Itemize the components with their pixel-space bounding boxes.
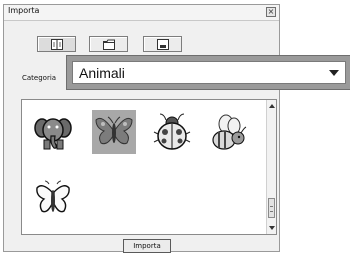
butterfly-icon [95,116,133,145]
close-button[interactable]: × [266,7,276,17]
disk-button[interactable] [143,36,182,52]
chevron-down-icon[interactable] [329,70,339,76]
thumbnail-elephant[interactable] [34,114,72,152]
category-dropdown-highlight: Animali [66,55,350,90]
category-select[interactable]: Animali [72,61,346,84]
bee-icon [212,114,247,150]
category-label: Categoria [22,74,57,82]
title-bar: Importa × [4,5,279,21]
close-icon: × [267,7,275,16]
scroll-up-icon[interactable] [269,104,275,108]
thumbnail-butterfly[interactable] [92,110,136,154]
grid-view-icon [51,39,63,50]
ladybug-icon [153,113,191,150]
scroll-down-icon[interactable] [269,226,275,230]
thumbnail-bee[interactable] [208,114,248,152]
scroll-thumb[interactable] [268,198,275,218]
category-value: Animali [79,65,125,81]
design-list[interactable] [21,99,277,235]
thumbnail-butterfly-outline[interactable] [34,180,72,220]
list-scrollbar[interactable] [266,100,276,234]
folder-icon [103,39,115,50]
elephant-icon [34,118,72,150]
import-panel: Importa × Categoria Importa [3,4,280,253]
folder-button[interactable] [89,36,128,52]
butterfly-outline-icon [36,180,70,213]
disk-icon [157,39,169,50]
import-button[interactable]: Importa [123,239,171,253]
thumbnail-ladybug[interactable] [152,112,192,152]
thumbnail-view-button[interactable] [37,36,76,52]
window-title: Importa [8,6,40,15]
